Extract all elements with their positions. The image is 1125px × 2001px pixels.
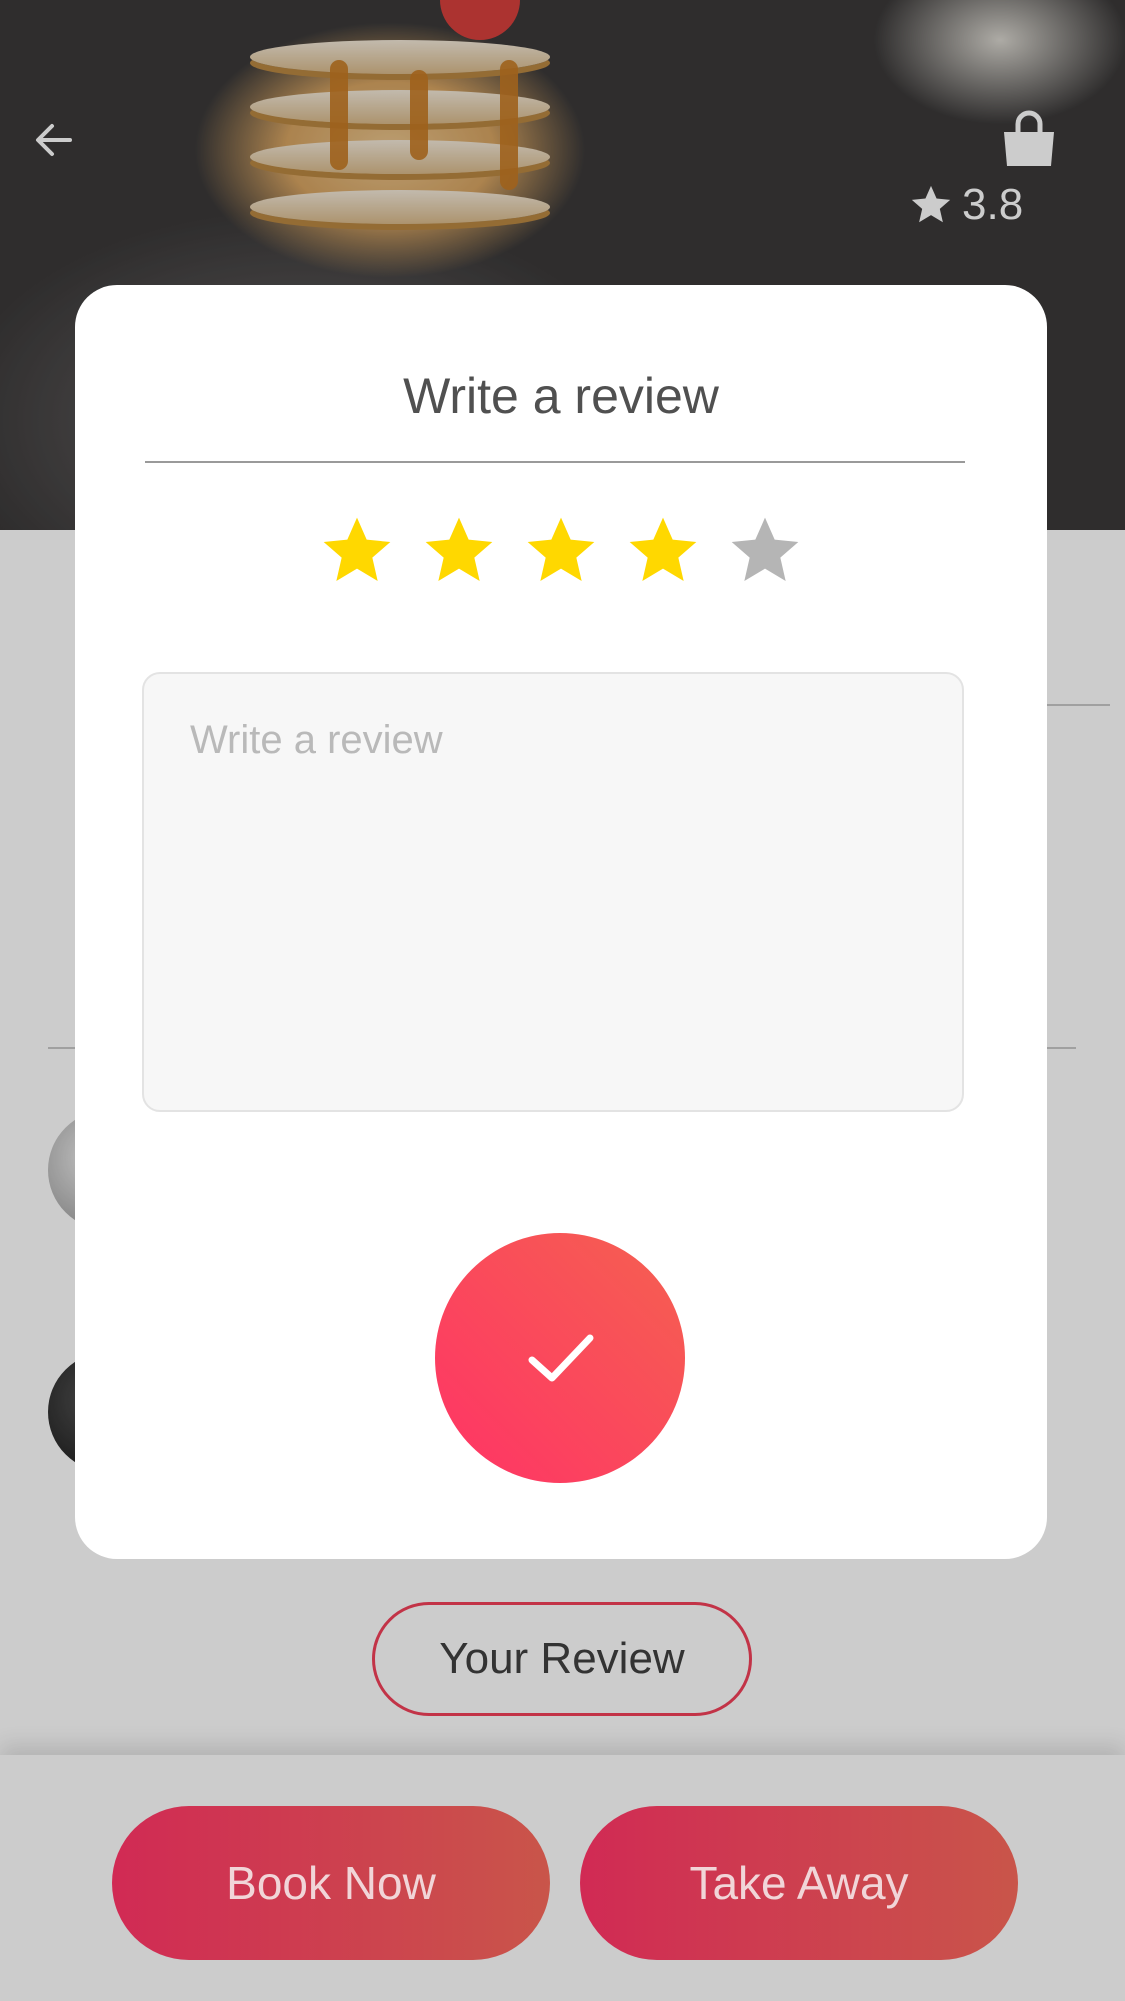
star-4-icon[interactable]: [623, 511, 703, 591]
take-away-button[interactable]: Take Away: [580, 1806, 1018, 1960]
write-review-dialog: Write a review: [75, 285, 1047, 1559]
star-rating: [75, 511, 1047, 591]
submit-review-button[interactable]: [435, 1233, 685, 1483]
star-1-icon[interactable]: [317, 511, 397, 591]
star-2-icon[interactable]: [419, 511, 499, 591]
review-text-input[interactable]: [142, 672, 964, 1112]
star-3-icon[interactable]: [521, 511, 601, 591]
check-icon: [528, 1334, 594, 1382]
dialog-title: Write a review: [403, 368, 719, 424]
your-review-button[interactable]: Your Review: [372, 1602, 752, 1716]
star-5-icon[interactable]: [725, 511, 805, 591]
title-divider: [145, 461, 965, 463]
book-now-button[interactable]: Book Now: [112, 1806, 550, 1960]
